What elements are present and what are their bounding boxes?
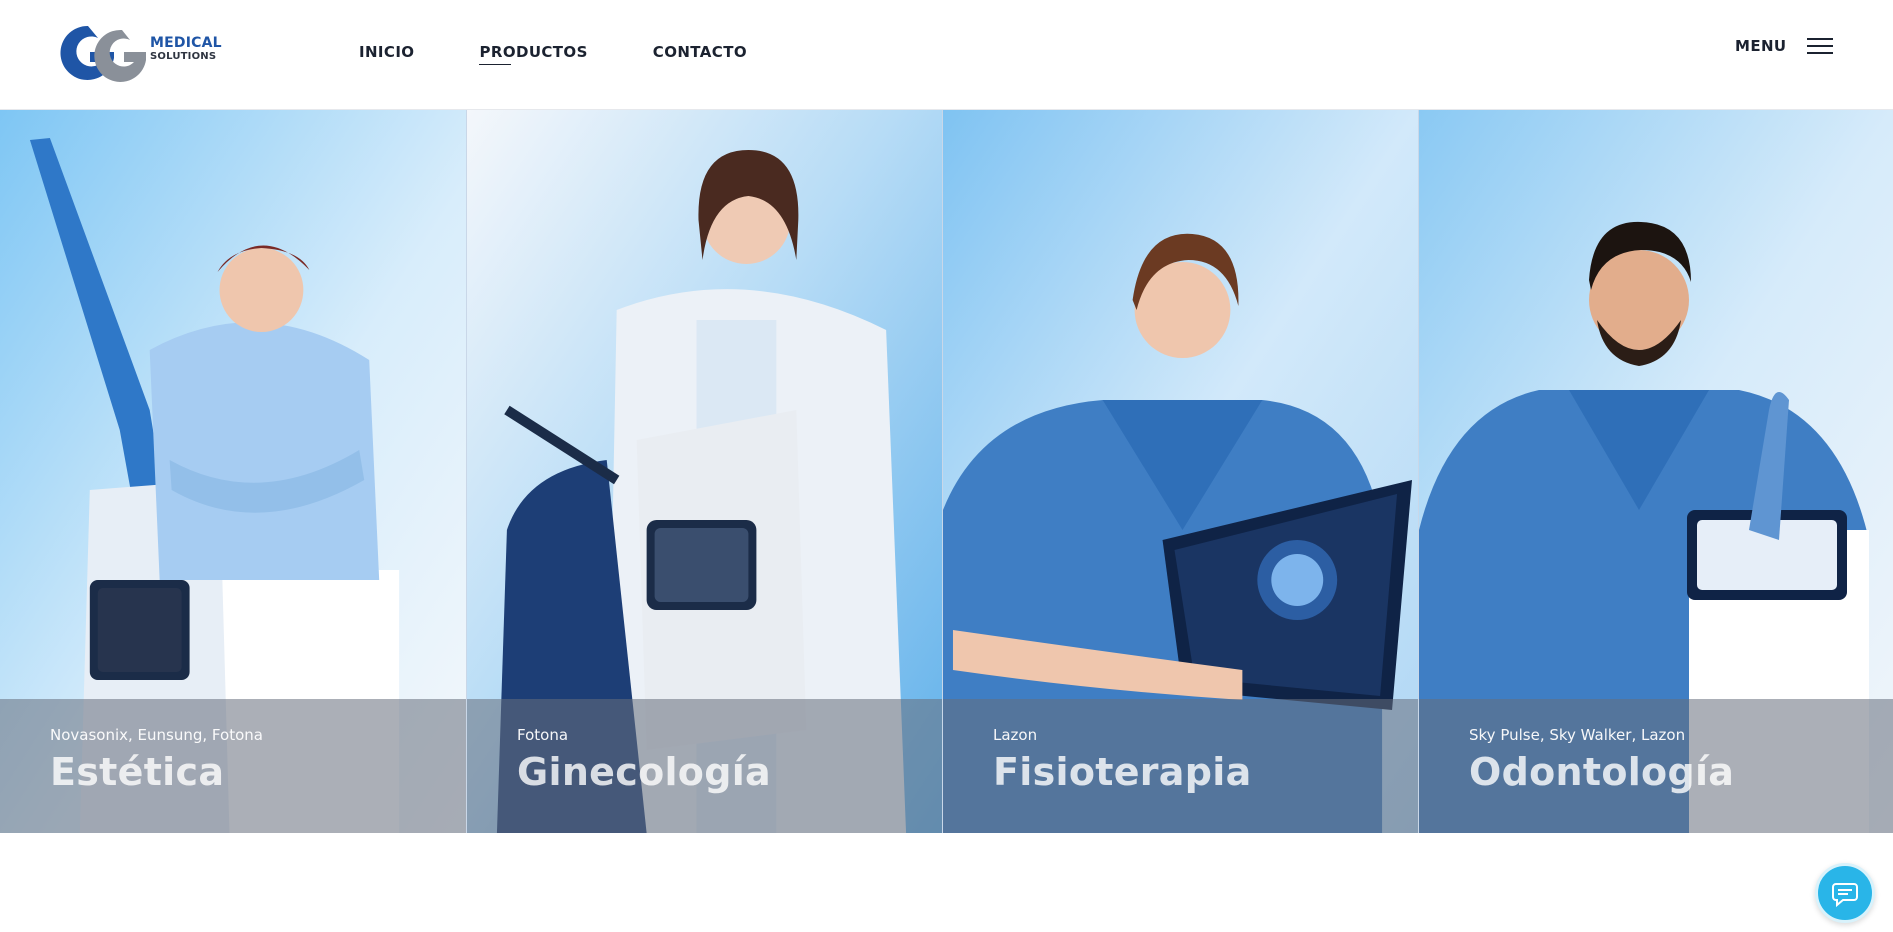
nav-link-contacto[interactable]: CONTACTO <box>653 41 747 63</box>
brand-wordmark: MEDICAL SOLUTIONS <box>150 36 222 62</box>
chat-bubble-icon <box>1832 883 1858 908</box>
brand-line-1: MEDICAL <box>150 35 222 51</box>
hamburger-icon[interactable] <box>1806 36 1833 56</box>
card-brands: Sky Pulse, Sky Walker, Lazon <box>1469 726 1686 744</box>
card-category-title: Fisioterapia <box>993 750 1252 794</box>
card-brands: Fotona <box>517 726 569 744</box>
company-logo[interactable]: MEDICAL SOLUTIONS <box>58 22 228 84</box>
main-nav: INICIO PRODUCTOS CONTACTO <box>359 41 747 65</box>
card-brands: Novasonix, Eunsung, Fotona <box>50 726 263 744</box>
nav-link-productos[interactable]: PRODUCTOS <box>479 41 587 65</box>
card-category-title: Odontología <box>1469 750 1735 794</box>
menu-label: MENU <box>1735 37 1787 55</box>
category-card-estetica[interactable]: Novasonix, Eunsung, Fotona Estética <box>0 110 467 833</box>
site-header: MEDICAL SOLUTIONS INICIO PRODUCTOS CONTA… <box>0 0 1893 110</box>
product-categories: Novasonix, Eunsung, Fotona Estética Foto… <box>0 110 1893 833</box>
category-card-fisioterapia[interactable]: Lazon Fisioterapia <box>943 110 1419 833</box>
menu-toggle[interactable]: MENU <box>1735 36 1833 56</box>
nav-link-inicio[interactable]: INICIO <box>359 41 414 63</box>
card-category-title: Ginecología <box>517 750 771 794</box>
card-brands: Lazon <box>993 726 1038 744</box>
category-card-ginecologia[interactable]: Fotona Ginecología <box>467 110 943 833</box>
gg-logo-icon <box>60 25 146 82</box>
category-card-odontologia[interactable]: Sky Pulse, Sky Walker, Lazon Odontología <box>1419 110 1893 833</box>
card-category-title: Estética <box>50 750 225 794</box>
chat-widget-button[interactable] <box>1815 863 1875 923</box>
brand-line-2: SOLUTIONS <box>150 51 217 62</box>
